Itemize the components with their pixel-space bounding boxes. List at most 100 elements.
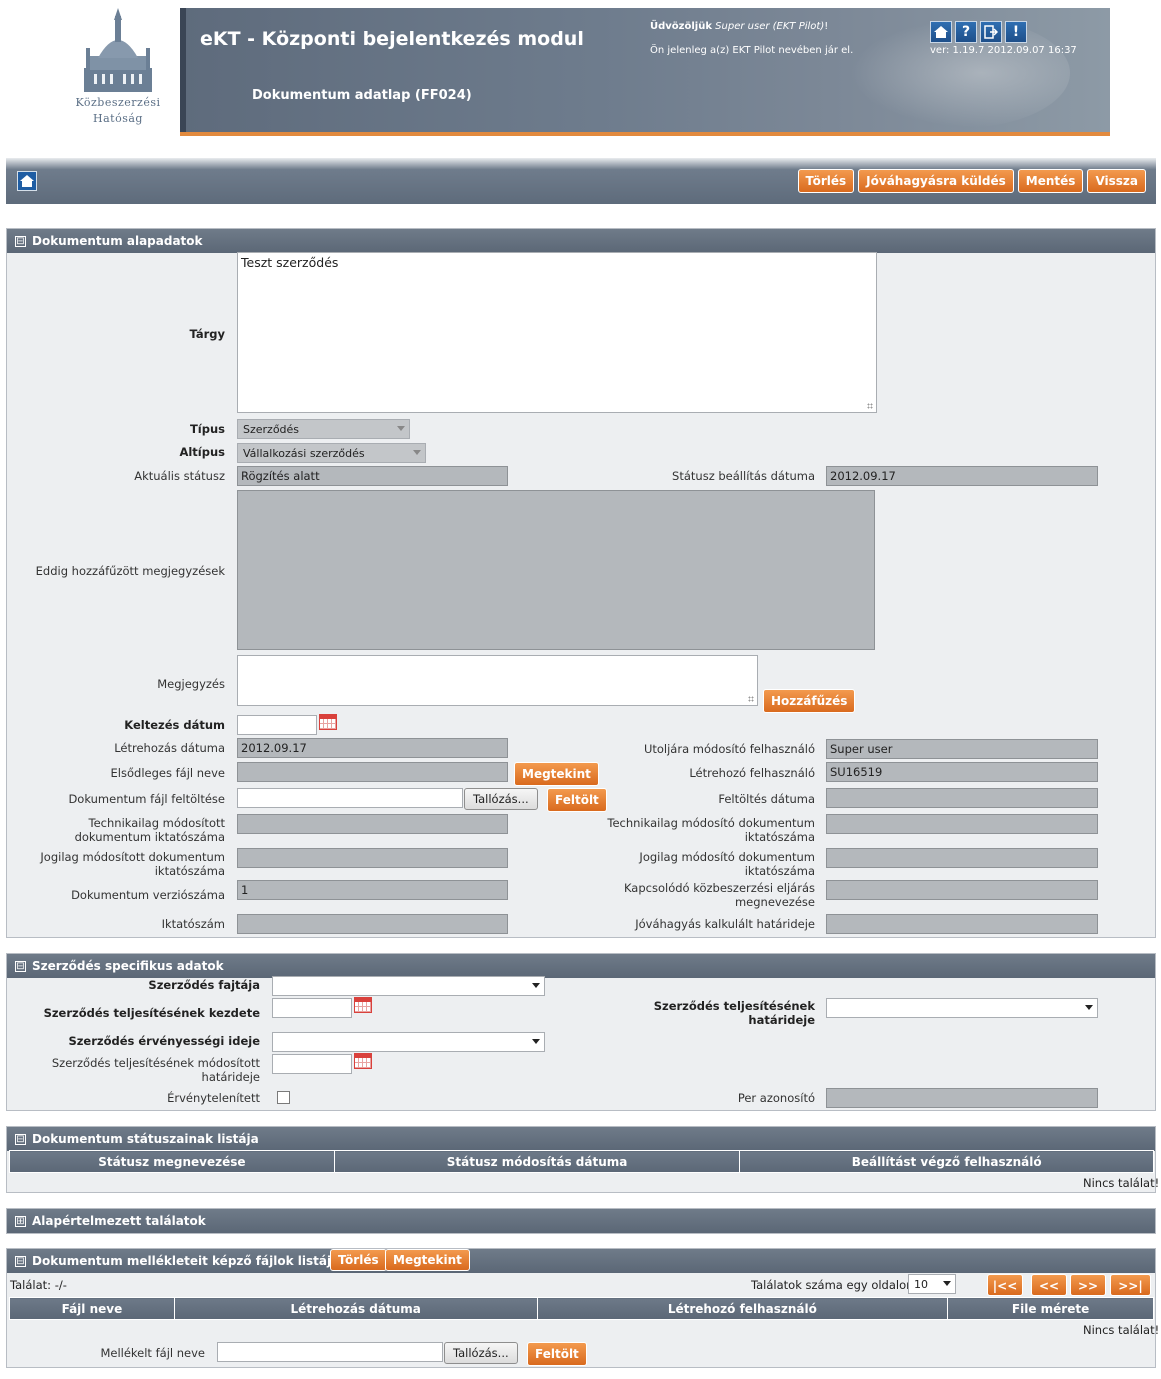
attachment-upload-button[interactable]: Feltölt xyxy=(527,1342,587,1366)
upload-label: Dokumentum fájl feltöltése xyxy=(68,792,225,806)
contract-header[interactable]: ⊟ Szerződés specifikus adatok xyxy=(7,954,1155,978)
note-textarea[interactable] xyxy=(237,655,758,706)
column-header[interactable]: Fájl neve xyxy=(9,1297,175,1320)
collapse-icon[interactable]: ⊟ xyxy=(15,1133,26,1145)
first-page-button[interactable]: |<< xyxy=(987,1274,1023,1296)
default-results-panel: ⊞ Alapértelmezett találatok xyxy=(6,1208,1156,1234)
status-label: Aktuális státusz xyxy=(134,469,225,483)
attachment-browse-button[interactable]: Tallózás... xyxy=(444,1342,518,1364)
expand-icon[interactable]: ⊞ xyxy=(15,1215,26,1227)
default-results-header[interactable]: ⊞ Alapértelmezett találatok xyxy=(7,1209,1155,1233)
help-icon[interactable]: ? xyxy=(955,21,977,43)
calendar-icon[interactable] xyxy=(354,1053,372,1069)
contract-deadline-select[interactable] xyxy=(826,998,1098,1018)
chevron-down-icon xyxy=(943,1281,951,1286)
prev-page-button[interactable]: << xyxy=(1031,1274,1067,1296)
invalidated-label: Érvénytelenített xyxy=(167,1091,260,1105)
per-page-label: Találatok száma egy oldalon xyxy=(751,1278,914,1292)
per-page-select[interactable]: 10 xyxy=(908,1274,956,1294)
column-header[interactable]: Létrehozás dátuma xyxy=(173,1297,538,1320)
column-header[interactable]: Beállítást végző felhasználó xyxy=(739,1150,1154,1173)
modified-deadline-input[interactable] xyxy=(272,1054,352,1074)
tipus-label: Típus xyxy=(189,422,225,436)
delete-button[interactable]: Törlés xyxy=(797,169,855,193)
targy-textarea[interactable]: Teszt szerződés xyxy=(237,252,877,413)
approval-deadline-label: Jóváhagyás kalkulált határideje xyxy=(635,917,815,931)
column-header[interactable]: Létrehozó felhasználó xyxy=(536,1297,949,1320)
created-label: Létrehozás dátuma xyxy=(114,741,225,755)
lawsuit-field xyxy=(826,1088,1098,1108)
altipus-value: Vállalkozási szerződés xyxy=(243,447,365,460)
no-results-text: Nincs találat! xyxy=(1083,1176,1160,1190)
last-modifier-field: Super user xyxy=(826,739,1098,759)
alert-icon[interactable]: ! xyxy=(1005,21,1027,43)
attached-file-input[interactable] xyxy=(217,1342,443,1362)
altipus-select: Vállalkozási szerződés xyxy=(237,443,426,463)
resize-grip[interactable] xyxy=(867,403,873,409)
document-basic-title: Dokumentum alapadatok xyxy=(32,234,203,248)
per-page-value: 10 xyxy=(914,1278,928,1291)
contract-kind-select[interactable] xyxy=(272,976,545,996)
header-banner: eKT - Központi bejelentkezés modul Dokum… xyxy=(180,8,1110,136)
tech-modifier-field xyxy=(826,814,1098,834)
keltezes-label: Keltezés dátum xyxy=(124,718,225,732)
column-header[interactable]: File mérete xyxy=(947,1297,1154,1320)
browse-button[interactable]: Tallózás... xyxy=(464,788,538,810)
page-subtitle: Dokumentum adatlap (FF024) xyxy=(252,88,472,103)
tech-modifier-label: Technikailag módosító dokumentum iktatós… xyxy=(607,816,815,844)
welcome-prefix: Üdvözöljük xyxy=(650,21,712,32)
status-list-title: Dokumentum státuszainak listája xyxy=(32,1132,259,1146)
hits-count: Találat: -/- xyxy=(10,1278,67,1292)
targy-label: Tárgy xyxy=(189,327,225,341)
home-button[interactable] xyxy=(17,171,37,191)
back-button[interactable]: Vissza xyxy=(1087,169,1146,193)
logo-line-2: Hatóság xyxy=(93,112,143,125)
attachments-header[interactable]: ⊟ Dokumentum mellékleteit képző fájlok l… xyxy=(7,1249,1155,1273)
next-page-button[interactable]: >> xyxy=(1070,1274,1106,1296)
invalidated-checkbox[interactable] xyxy=(277,1091,290,1104)
app-title: eKT - Központi bejelentkezés modul xyxy=(200,28,584,50)
send-for-approval-button[interactable]: Jóváhagyásra küldés xyxy=(858,169,1014,193)
collapse-icon[interactable]: ⊟ xyxy=(15,1255,26,1267)
tipus-value: Szerződés xyxy=(243,423,300,436)
upload-file-input[interactable] xyxy=(237,788,463,808)
attached-file-label: Mellékelt fájl neve xyxy=(100,1346,205,1360)
last-page-button[interactable]: >>| xyxy=(1110,1274,1151,1296)
contract-start-label: Szerződés teljesítésének kezdete xyxy=(43,1006,260,1020)
home-icon[interactable] xyxy=(930,21,952,43)
collapse-icon[interactable]: ⊟ xyxy=(15,960,26,972)
main-toolbar: Törlés Jóváhagyásra küldés Mentés Vissza xyxy=(6,158,1156,204)
save-button[interactable]: Mentés xyxy=(1017,169,1084,193)
lawsuit-label: Per azonosító xyxy=(737,1091,815,1105)
collapse-icon[interactable]: ⊟ xyxy=(15,235,26,247)
primary-file-label: Elsődleges fájl neve xyxy=(110,766,225,780)
modified-deadline-label: Szerződés teljesítésének módosított hatá… xyxy=(51,1056,260,1084)
upload-date-label: Feltöltés dátuma xyxy=(718,792,815,806)
resize-grip[interactable] xyxy=(748,696,754,702)
logout-icon[interactable] xyxy=(980,21,1002,43)
related-proc-label: Kapcsolódó közbeszerzési eljárás megneve… xyxy=(623,881,815,909)
created-field: 2012.09.17 xyxy=(237,738,508,758)
keltezes-input[interactable] xyxy=(237,715,317,735)
calendar-icon[interactable] xyxy=(319,714,337,730)
append-note-button[interactable]: Hozzáfűzés xyxy=(763,689,856,713)
column-header[interactable]: Státusz módosítás dátuma xyxy=(333,1150,741,1173)
contract-deadline-label: Szerződés teljesítésének határideje xyxy=(653,999,815,1027)
status-list-header[interactable]: ⊟ Dokumentum státuszainak listája xyxy=(7,1127,1155,1151)
attachment-delete-button[interactable]: Törlés xyxy=(330,1249,387,1271)
column-header[interactable]: Státusz megnevezése xyxy=(9,1150,335,1173)
last-modifier-label: Utoljára módosító felhasználó xyxy=(643,742,815,756)
contract-start-input[interactable] xyxy=(272,998,352,1018)
document-basic-header[interactable]: ⊟ Dokumentum alapadatok xyxy=(7,229,1155,253)
prev-notes-field xyxy=(237,490,875,650)
contract-validity-select[interactable] xyxy=(272,1032,545,1052)
legal-mod-label: Jogilag módosított dokumentum iktatószám… xyxy=(40,850,225,878)
attachment-view-button[interactable]: Megtekint xyxy=(385,1249,470,1271)
default-results-title: Alapértelmezett találatok xyxy=(32,1214,206,1228)
chevron-down-icon xyxy=(413,450,421,455)
note-label: Megjegyzés xyxy=(157,677,225,691)
calendar-icon[interactable] xyxy=(354,997,372,1013)
home-icon xyxy=(20,175,34,187)
legal-modifier-label: Jogilag módosító dokumentum iktatószáma xyxy=(639,850,815,878)
status-table: Státusz megnevezése Státusz módosítás dá… xyxy=(9,1150,1154,1173)
